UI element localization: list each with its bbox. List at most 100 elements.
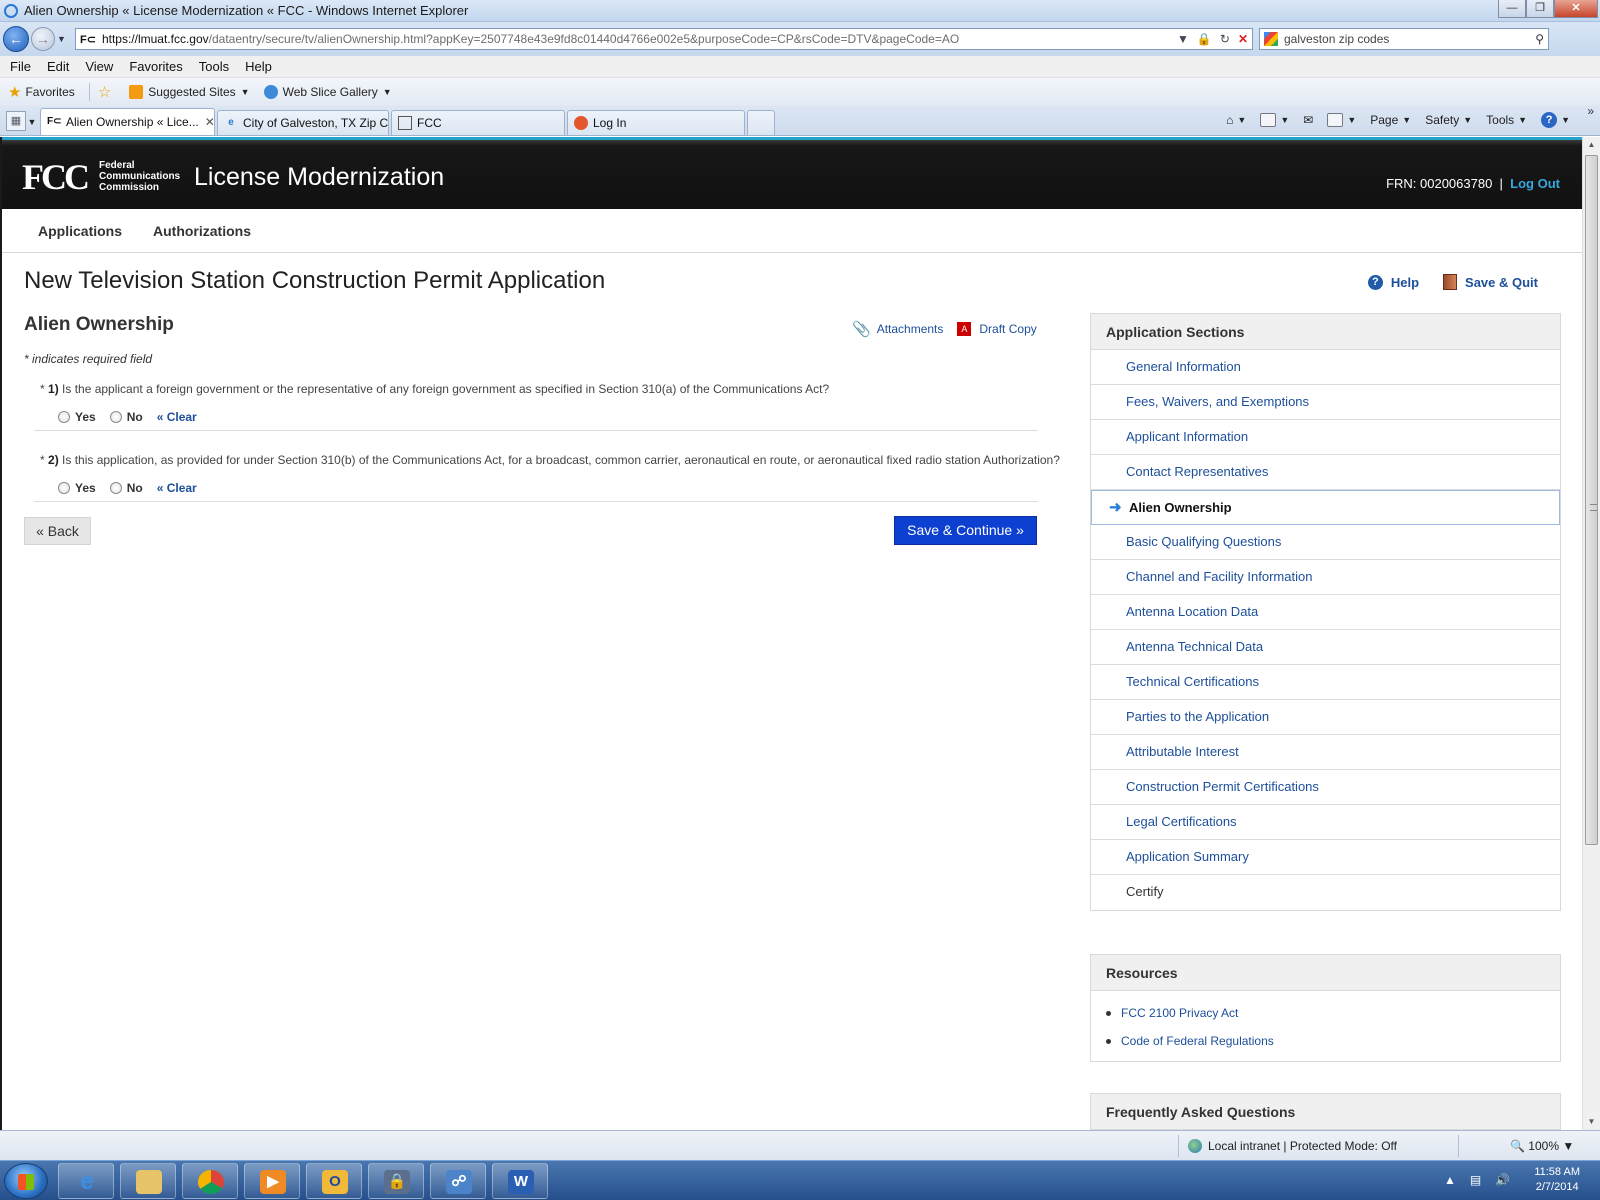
q1-no-radio[interactable]: [109, 411, 122, 423]
add-favorite-button[interactable]: ☆: [98, 83, 115, 101]
address-dropdown-icon[interactable]: ▼: [1177, 32, 1189, 46]
section-cp-certifications[interactable]: Construction Permit Certifications: [1091, 770, 1560, 805]
more-commands-icon[interactable]: »: [1587, 104, 1594, 118]
section-attributable-interest[interactable]: Attributable Interest: [1091, 735, 1560, 770]
section-technical-certifications[interactable]: Technical Certifications: [1091, 665, 1560, 700]
menu-favorites[interactable]: Favorites: [129, 59, 182, 74]
scroll-thumb[interactable]: [1585, 155, 1598, 845]
safety-menu[interactable]: Safety ▼: [1425, 113, 1472, 127]
close-window-button[interactable]: ✕: [1554, 0, 1598, 18]
taskbar-ie[interactable]: e: [58, 1163, 114, 1199]
tab-list-dropdown[interactable]: ▼: [26, 117, 38, 127]
feeds-button[interactable]: ▼: [1260, 113, 1289, 127]
back-nav-button[interactable]: ←: [3, 26, 29, 52]
zoom-level[interactable]: 🔍 100% ▼: [1510, 1139, 1574, 1153]
section-general-information[interactable]: General Information: [1091, 350, 1560, 385]
save-quit-link[interactable]: Save & Quit: [1465, 275, 1538, 290]
q2-no-option[interactable]: No: [109, 481, 143, 495]
menu-file[interactable]: File: [10, 59, 31, 74]
section-antenna-location[interactable]: Antenna Location Data: [1091, 595, 1560, 630]
taskbar-chrome[interactable]: [182, 1163, 238, 1199]
close-tab-icon[interactable]: ✕: [199, 115, 214, 129]
section-antenna-technical[interactable]: Antenna Technical Data: [1091, 630, 1560, 665]
section-applicant-information[interactable]: Applicant Information: [1091, 420, 1560, 455]
q2-clear-link[interactable]: « Clear: [157, 481, 197, 495]
resource-cfr[interactable]: Code of Federal Regulations: [1106, 1027, 1560, 1055]
clock[interactable]: 11:58 AM 2/7/2014: [1534, 1165, 1580, 1195]
restore-button[interactable]: ❐: [1526, 0, 1554, 18]
paperclip-icon[interactable]: 📎: [852, 320, 871, 338]
draft-copy-link[interactable]: Draft Copy: [979, 322, 1036, 336]
scroll-up-arrow[interactable]: ▲: [1583, 137, 1600, 153]
fcc-logo[interactable]: FCC Federal Communications Commission: [22, 159, 180, 195]
web-slice-gallery-button[interactable]: Web Slice Gallery ▼: [263, 85, 392, 99]
section-legal-certifications[interactable]: Legal Certifications: [1091, 805, 1560, 840]
favorites-button[interactable]: ★ Favorites: [8, 83, 75, 101]
tab-alien-ownership[interactable]: F⊂ Alien Ownership « Lice... ✕: [40, 108, 215, 135]
lock-icon[interactable]: 🔒: [1197, 32, 1212, 46]
forward-nav-button[interactable]: →: [31, 27, 55, 51]
menu-tools[interactable]: Tools: [199, 59, 229, 74]
section-contact-representatives[interactable]: Contact Representatives: [1091, 455, 1560, 490]
taskbar-word[interactable]: W: [492, 1163, 548, 1199]
nav-authorizations[interactable]: Authorizations: [153, 223, 251, 239]
page-menu[interactable]: Page ▼: [1370, 113, 1411, 127]
resource-privacy-act[interactable]: FCC 2100 Privacy Act: [1106, 999, 1560, 1027]
tab-log-in[interactable]: Log In: [567, 110, 745, 135]
start-button[interactable]: [4, 1163, 48, 1199]
network-icon[interactable]: ▤: [1470, 1173, 1481, 1187]
home-button[interactable]: ⌂ ▼: [1226, 113, 1246, 127]
taskbar-explorer[interactable]: [120, 1163, 176, 1199]
section-basic-qualifying-questions[interactable]: Basic Qualifying Questions: [1091, 525, 1560, 560]
search-icon[interactable]: ⚲: [1535, 32, 1544, 46]
section-fees-waivers[interactable]: Fees, Waivers, and Exemptions: [1091, 385, 1560, 420]
refresh-icon[interactable]: ↻: [1220, 32, 1230, 46]
volume-icon[interactable]: 🔊: [1495, 1173, 1510, 1187]
vertical-scrollbar[interactable]: ▲ ▼: [1582, 137, 1600, 1130]
q2-no-radio[interactable]: [109, 482, 122, 494]
exit-door-icon[interactable]: [1443, 274, 1458, 290]
tab-galveston[interactable]: e City of Galveston, TX Zip C...: [217, 110, 389, 135]
taskbar-network-app[interactable]: ☍: [430, 1163, 486, 1199]
minimize-button[interactable]: —: [1498, 0, 1526, 18]
scroll-down-arrow[interactable]: ▼: [1583, 1114, 1600, 1130]
q1-yes-radio[interactable]: [58, 411, 70, 423]
show-hidden-icons[interactable]: ▲: [1444, 1173, 1456, 1187]
help-menu[interactable]: ? ▼: [1541, 112, 1570, 128]
tab-fcc[interactable]: FCC: [391, 110, 565, 135]
address-bar[interactable]: F⊂ https://lmuat.fcc.gov /dataentry/secu…: [75, 28, 1253, 50]
menu-view[interactable]: View: [85, 59, 113, 74]
security-zone[interactable]: Local intranet | Protected Mode: Off: [1188, 1139, 1397, 1153]
q1-yes-option[interactable]: Yes: [58, 410, 96, 424]
section-parties[interactable]: Parties to the Application: [1091, 700, 1560, 735]
section-application-summary[interactable]: Application Summary: [1091, 840, 1560, 875]
attachments-link[interactable]: Attachments: [877, 322, 944, 336]
pdf-icon[interactable]: A: [957, 322, 972, 336]
new-tab-button[interactable]: [747, 110, 775, 135]
mail-button[interactable]: ✉: [1303, 113, 1313, 127]
menu-edit[interactable]: Edit: [47, 59, 69, 74]
section-alien-ownership[interactable]: ➜ Alien Ownership: [1091, 490, 1560, 525]
taskbar-outlook[interactable]: O: [306, 1163, 362, 1199]
back-button[interactable]: « Back: [24, 517, 91, 545]
q2-yes-option[interactable]: Yes: [58, 481, 96, 495]
menu-help[interactable]: Help: [245, 59, 272, 74]
suggested-sites-button[interactable]: Suggested Sites ▼: [129, 85, 250, 99]
log-out-link[interactable]: Log Out: [1510, 176, 1560, 191]
taskbar-media-player[interactable]: ▶: [244, 1163, 300, 1199]
stop-icon[interactable]: ✕: [1238, 32, 1248, 46]
nav-applications[interactable]: Applications: [38, 223, 122, 239]
quick-tabs-icon[interactable]: ▦: [6, 111, 26, 131]
taskbar-vpn[interactable]: 🔒: [368, 1163, 424, 1199]
help-link[interactable]: Help: [1391, 275, 1419, 290]
save-continue-button[interactable]: Save & Continue »: [894, 516, 1037, 545]
recent-pages-dropdown[interactable]: ▼: [57, 34, 69, 44]
section-channel-facility[interactable]: Channel and Facility Information: [1091, 560, 1560, 595]
q2-yes-radio[interactable]: [58, 482, 70, 494]
tools-menu[interactable]: Tools ▼: [1486, 113, 1527, 127]
q1-no-option[interactable]: No: [109, 410, 143, 424]
q1-clear-link[interactable]: « Clear: [157, 410, 197, 424]
print-button[interactable]: ▼: [1327, 113, 1356, 127]
search-input[interactable]: galveston zip codes ⚲: [1259, 28, 1549, 50]
help-icon[interactable]: ?: [1367, 274, 1383, 290]
